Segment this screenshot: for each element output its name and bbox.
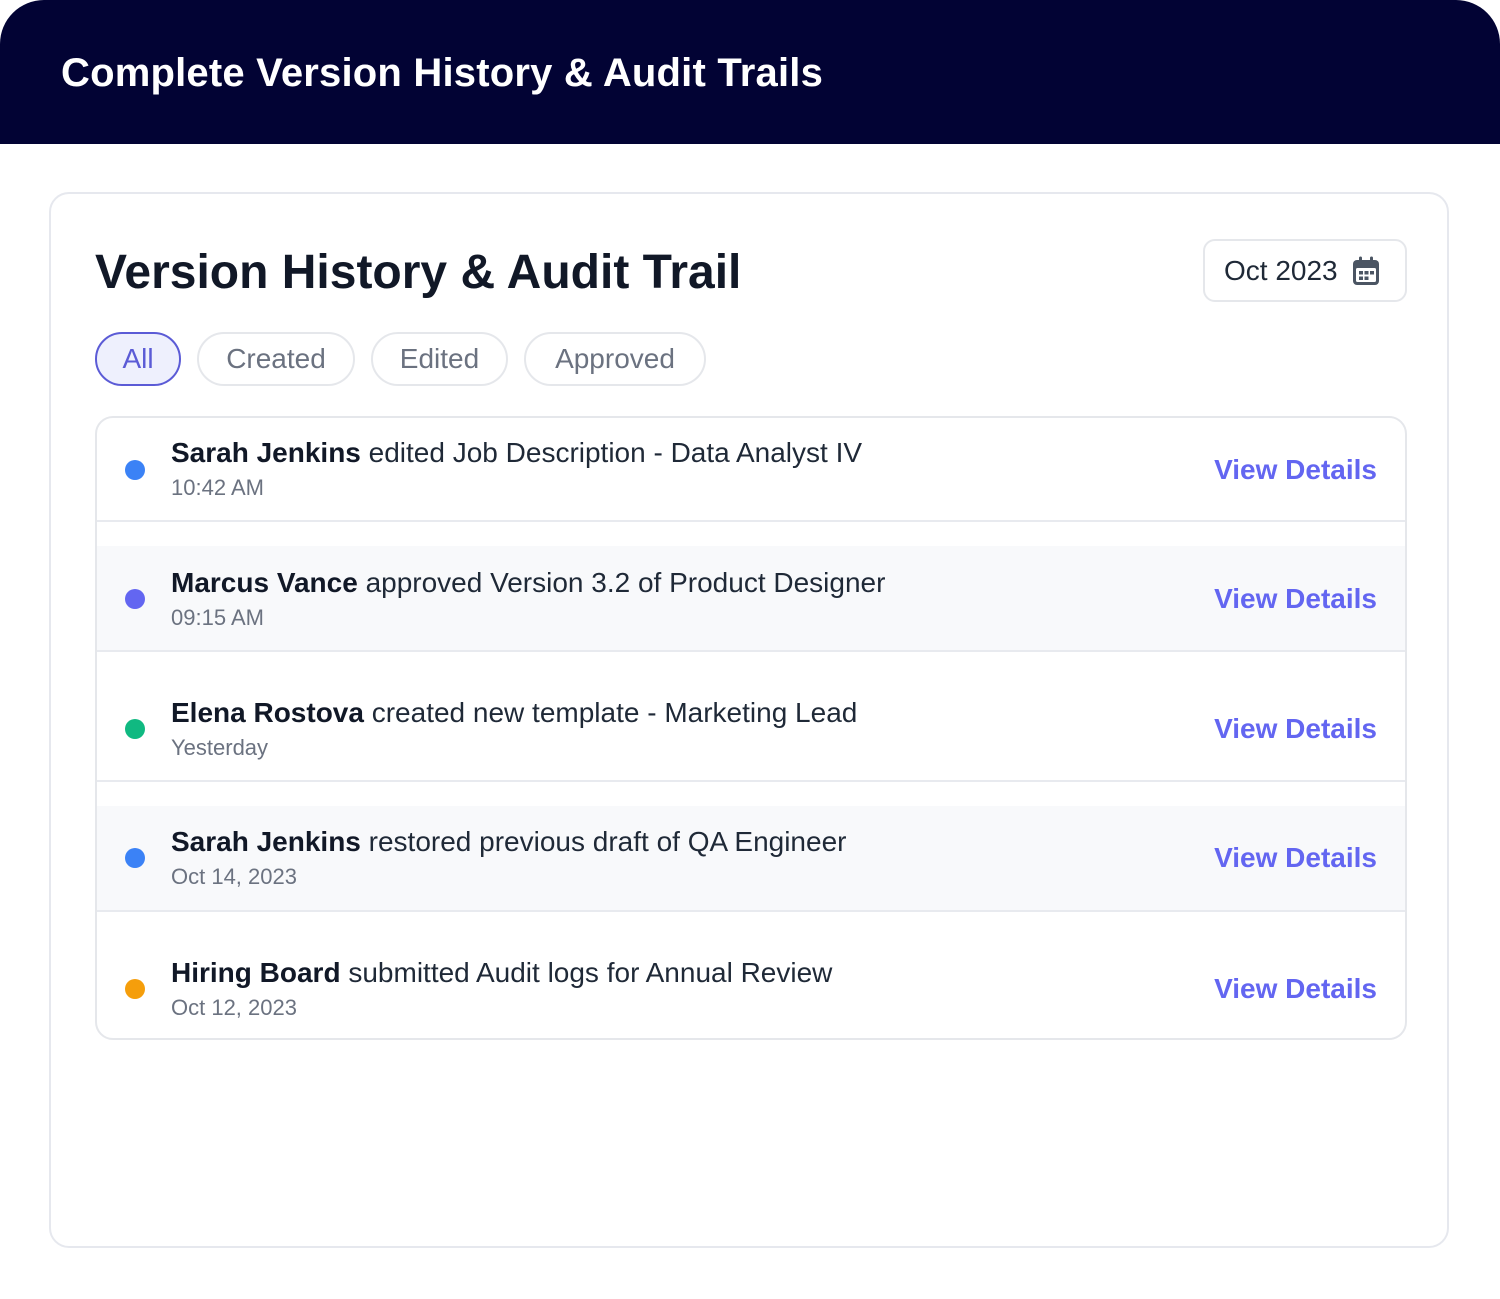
entry-description: Hiring Board submitted Audit logs for An…	[171, 956, 832, 990]
view-details-link[interactable]: View Details	[1214, 712, 1377, 746]
list-item: Sarah Jenkins edited Job Description - D…	[97, 418, 1405, 522]
card-title: Version History & Audit Trail	[95, 246, 742, 299]
view-details-link[interactable]: View Details	[1214, 582, 1377, 616]
entry-action: approved Version 3.2 of Product Designer	[365, 567, 886, 598]
status-dot	[125, 848, 145, 868]
tab-approved[interactable]: Approved	[524, 332, 706, 386]
entry-timestamp: Yesterday	[171, 735, 269, 760]
top-banner: Complete Version History & Audit Trails	[0, 0, 1500, 144]
entry-actor: Elena Rostova	[171, 697, 364, 728]
entry-actor: Marcus Vance	[171, 567, 358, 598]
view-details-link[interactable]: View Details	[1214, 972, 1377, 1006]
view-details-link[interactable]: View Details	[1214, 453, 1377, 487]
entry-description: Elena Rostova created new template - Mar…	[171, 696, 857, 730]
list-item: Sarah Jenkins restored previous draft of…	[97, 806, 1405, 912]
tab-created[interactable]: Created	[197, 332, 355, 386]
list-item: Marcus Vance approved Version 3.2 of Pro…	[97, 546, 1405, 652]
list-item: Elena Rostova created new template - Mar…	[97, 652, 1405, 782]
entry-description: Marcus Vance approved Version 3.2 of Pro…	[171, 566, 885, 600]
entry-actor: Sarah Jenkins	[171, 826, 361, 857]
tab-all[interactable]: All	[95, 332, 181, 386]
status-dot	[125, 979, 145, 999]
page: Complete Version History & Audit Trails …	[0, 0, 1500, 1299]
tab-edited[interactable]: Edited	[371, 332, 508, 386]
entry-timestamp: Oct 14, 2023	[171, 864, 297, 889]
entry-action: created new template - Marketing Lead	[371, 697, 858, 728]
status-dot	[125, 460, 145, 480]
entry-actor: Sarah Jenkins	[171, 437, 361, 468]
entry-description: Sarah Jenkins restored previous draft of…	[171, 825, 846, 859]
banner-title: Complete Version History & Audit Trails	[61, 51, 824, 95]
entry-action: submitted Audit logs for Annual Review	[348, 957, 833, 988]
view-details-link[interactable]: View Details	[1214, 841, 1377, 875]
entry-actor: Hiring Board	[171, 957, 341, 988]
audit-card: Version History & Audit Trail Oct 2023 A	[49, 192, 1449, 1248]
date-filter-label: Oct 2023	[1224, 254, 1338, 286]
date-filter-button[interactable]: Oct 2023	[1203, 239, 1407, 302]
entry-timestamp: 10:42 AM	[171, 475, 264, 500]
entry-action: restored previous draft of QA Engineer	[368, 826, 847, 857]
entry-description: Sarah Jenkins edited Job Description - D…	[171, 436, 862, 470]
audit-list: Sarah Jenkins edited Job Description - D…	[95, 416, 1407, 1040]
entry-timestamp: Oct 12, 2023	[171, 995, 297, 1020]
status-dot	[125, 589, 145, 609]
entry-action: edited Job Description - Data Analyst IV	[368, 437, 863, 468]
list-item: Hiring Board submitted Audit logs for An…	[97, 912, 1405, 1038]
status-dot	[125, 719, 145, 739]
entry-timestamp: 09:15 AM	[171, 605, 264, 630]
calendar-icon	[1352, 256, 1380, 286]
